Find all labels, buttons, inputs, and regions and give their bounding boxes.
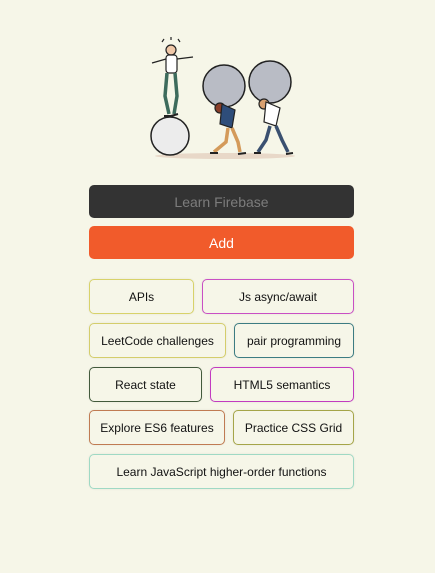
list-item[interactable]: HTML5 semantics	[210, 367, 354, 402]
list-item[interactable]: React state	[89, 367, 202, 402]
people-pushing-boulders-illustration	[150, 37, 295, 159]
list-item[interactable]: pair programming	[234, 323, 354, 358]
list-item[interactable]: Js async/await	[202, 279, 354, 314]
list-item[interactable]: Practice CSS Grid	[233, 410, 354, 445]
add-button[interactable]: Add	[89, 226, 354, 259]
list-item[interactable]: APIs	[89, 279, 194, 314]
list-item[interactable]: Explore ES6 features	[89, 410, 225, 445]
topic-input[interactable]	[89, 185, 354, 218]
list-item[interactable]: LeetCode challenges	[89, 323, 226, 358]
list-item[interactable]: Learn JavaScript higher-order functions	[89, 454, 354, 489]
